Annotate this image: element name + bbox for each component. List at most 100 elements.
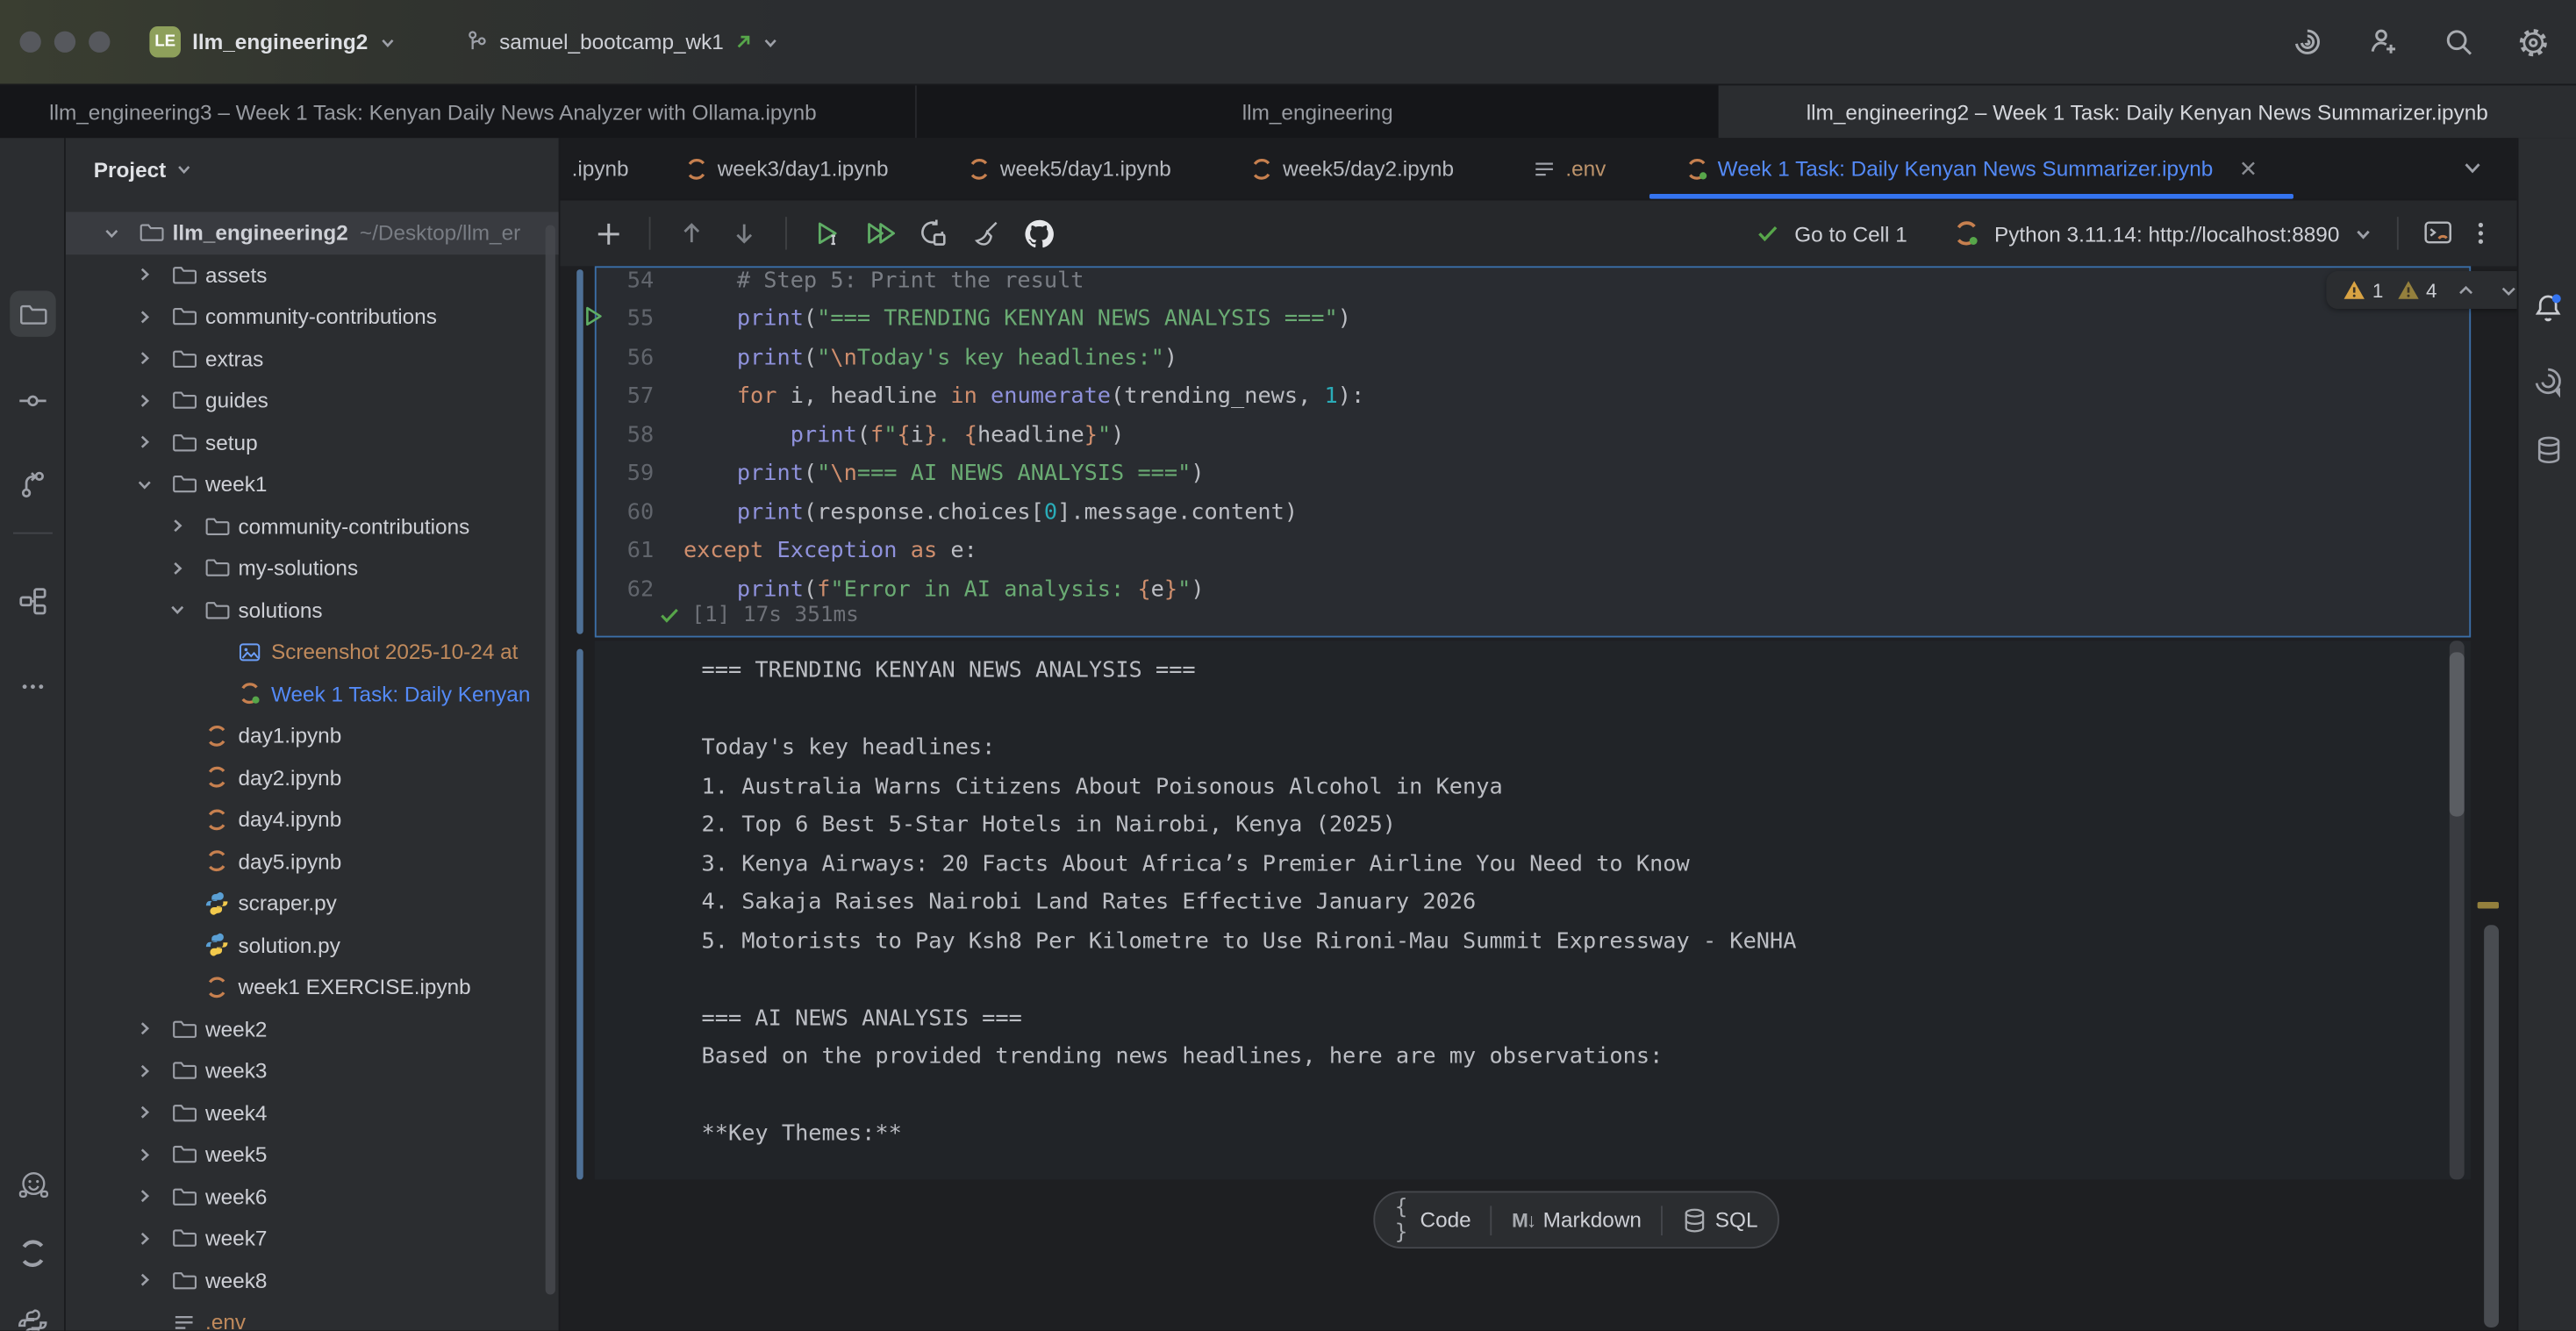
tree-row-week2[interactable]: week2 bbox=[66, 1008, 561, 1050]
tree-row-solution-py[interactable]: solution.py bbox=[66, 924, 561, 966]
chevron-right-icon[interactable] bbox=[169, 518, 186, 534]
tree-row-week7[interactable]: week7 bbox=[66, 1217, 561, 1259]
close-window-icon[interactable] bbox=[19, 32, 40, 53]
warning-stripe-marker[interactable] bbox=[2478, 902, 2499, 908]
go-to-cell-label[interactable]: Go to Cell 1 bbox=[1794, 221, 1907, 246]
tree-row-week1[interactable]: week1 bbox=[66, 463, 561, 505]
chevron-right-icon[interactable] bbox=[136, 1105, 153, 1121]
run-cell-icon[interactable] bbox=[808, 213, 848, 253]
warning-badge[interactable]: 1 bbox=[2343, 278, 2383, 301]
tree-row-week8[interactable]: week8 bbox=[66, 1259, 561, 1301]
chevron-down-icon[interactable] bbox=[136, 476, 153, 493]
chevron-down-icon[interactable] bbox=[169, 602, 186, 619]
chevron-down-icon[interactable] bbox=[2354, 225, 2372, 243]
chevron-right-icon[interactable] bbox=[136, 350, 153, 367]
python-console-tool-icon[interactable] bbox=[10, 1301, 55, 1331]
github-icon[interactable] bbox=[1019, 213, 1058, 253]
editor-tab[interactable]: .ipynb bbox=[561, 138, 646, 198]
window-tab[interactable]: llm_engineering2 – Week 1 Task: Daily Ke… bbox=[1719, 85, 2576, 138]
database-tool-icon[interactable] bbox=[2529, 431, 2568, 470]
run-line-marker-icon[interactable] bbox=[585, 305, 604, 326]
add-cell-icon[interactable] bbox=[588, 213, 627, 253]
code-cell[interactable]: 54 # Step 5: Print the result55 print("=… bbox=[595, 266, 2471, 637]
project-panel-scrollbar[interactable] bbox=[546, 225, 555, 1295]
tree-row-my-solutions[interactable]: my-solutions bbox=[66, 547, 561, 590]
add-markdown-cell-button[interactable]: M↓Markdown bbox=[1492, 1192, 1662, 1247]
add-code-cell-button[interactable]: { }Code bbox=[1375, 1192, 1491, 1247]
tree-row-extras[interactable]: extras bbox=[66, 338, 561, 380]
tree-row-week5[interactable]: week5 bbox=[66, 1134, 561, 1176]
editor-tab[interactable]: .env bbox=[1493, 138, 1645, 198]
editor-tab[interactable]: Week 1 Task: Daily Kenyan News Summarize… bbox=[1645, 138, 2297, 198]
editor-tab[interactable]: week5/day2.ipynb bbox=[1211, 138, 1493, 198]
tree-row-community-contributions[interactable]: community-contributions bbox=[66, 296, 561, 338]
tree-row-assets[interactable]: assets bbox=[66, 254, 561, 296]
code-with-me-icon[interactable] bbox=[2363, 22, 2402, 61]
tree-row-community-contributions[interactable]: community-contributions bbox=[66, 505, 561, 547]
jupyter-console-icon[interactable] bbox=[2423, 218, 2453, 248]
chevron-right-icon[interactable] bbox=[136, 1272, 153, 1289]
minimize-window-icon[interactable] bbox=[54, 32, 75, 53]
chevron-right-icon[interactable] bbox=[136, 434, 153, 451]
project-widget[interactable]: LE llm_engineering2 bbox=[149, 26, 396, 58]
commit-tool-icon[interactable] bbox=[10, 378, 55, 424]
chevron-right-icon[interactable] bbox=[136, 1230, 153, 1247]
add-sql-cell-button[interactable]: SQL bbox=[1663, 1192, 1778, 1247]
window-controls[interactable] bbox=[19, 32, 110, 53]
tree-row-week-1-task-daily-kenyan[interactable]: Week 1 Task: Daily Kenyan bbox=[66, 673, 561, 715]
close-tab-icon[interactable] bbox=[2239, 160, 2258, 178]
tree-row-week4[interactable]: week4 bbox=[66, 1091, 561, 1134]
chevron-right-icon[interactable] bbox=[136, 392, 153, 409]
tree-row-scraper-py[interactable]: scraper.py bbox=[66, 883, 561, 925]
chevron-right-icon[interactable] bbox=[136, 1147, 153, 1163]
chevron-right-icon[interactable] bbox=[136, 1020, 153, 1037]
more-options-icon[interactable] bbox=[2467, 220, 2494, 247]
move-cell-up-icon[interactable] bbox=[672, 213, 712, 253]
inspections-widget[interactable]: 14 bbox=[2326, 271, 2536, 309]
tree-row-setup[interactable]: setup bbox=[66, 421, 561, 463]
structure-tool-icon[interactable] bbox=[10, 578, 55, 624]
restart-kernel-icon[interactable] bbox=[913, 213, 953, 253]
branch-widget[interactable]: samuel_bootcamp_wk1 bbox=[465, 30, 778, 54]
tree-row-week3[interactable]: week3 bbox=[66, 1049, 561, 1091]
editor-tab[interactable]: week3/day1.ipynb bbox=[645, 138, 927, 198]
chevron-right-icon[interactable] bbox=[136, 1063, 153, 1079]
tree-row-week1-exercise-ipynb[interactable]: week1 EXERCISE.ipynb bbox=[66, 966, 561, 1008]
editor-tab[interactable]: week5/day1.ipynb bbox=[928, 138, 1211, 198]
move-cell-down-icon[interactable] bbox=[725, 213, 764, 253]
tree-row-guides[interactable]: guides bbox=[66, 380, 561, 422]
tree-row-day4-ipynb[interactable]: day4.ipynb bbox=[66, 798, 561, 841]
warning-badge[interactable]: 4 bbox=[2396, 278, 2436, 301]
zoom-window-icon[interactable] bbox=[89, 32, 110, 53]
editor-scrollbar-thumb[interactable] bbox=[2484, 925, 2499, 1327]
jupyter-tool-icon[interactable] bbox=[10, 1230, 55, 1276]
tree-row-day5-ipynb[interactable]: day5.ipynb bbox=[66, 841, 561, 883]
tree-row-llm-engineering2[interactable]: llm_engineering2~/Desktop/llm_er bbox=[66, 212, 561, 254]
project-tool-icon[interactable] bbox=[10, 290, 55, 336]
output-scrollbar-thumb[interactable] bbox=[2450, 652, 2465, 816]
notifications-bell-icon[interactable] bbox=[2529, 290, 2568, 329]
window-tab[interactable]: llm_engineering bbox=[915, 85, 1719, 138]
prev-warning-icon[interactable] bbox=[2457, 280, 2476, 299]
chevron-right-icon[interactable] bbox=[136, 267, 153, 283]
tree-row--env[interactable]: .env bbox=[66, 1301, 561, 1331]
tab-list-chevron-icon[interactable] bbox=[2461, 156, 2484, 179]
tree-row-solutions[interactable]: solutions bbox=[66, 589, 561, 631]
settings-gear-icon[interactable] bbox=[2514, 22, 2553, 61]
hugging-face-tool-icon[interactable] bbox=[10, 1162, 55, 1207]
pull-requests-tool-icon[interactable] bbox=[10, 462, 55, 507]
project-panel-header[interactable]: Project bbox=[66, 138, 559, 200]
interpreter-label[interactable]: Python 3.11.14: http://localhost:8890 bbox=[1994, 221, 2339, 246]
chevron-right-icon[interactable] bbox=[136, 1188, 153, 1205]
tree-row-screenshot-2025-10-24-at[interactable]: Screenshot 2025-10-24 at bbox=[66, 631, 561, 673]
chevron-down-icon[interactable] bbox=[104, 225, 120, 241]
more-tools-icon[interactable] bbox=[10, 663, 55, 709]
ai-assistant-icon[interactable] bbox=[2286, 22, 2326, 61]
tree-row-week6[interactable]: week6 bbox=[66, 1176, 561, 1218]
clear-outputs-icon[interactable] bbox=[966, 213, 1005, 253]
chevron-right-icon[interactable] bbox=[136, 309, 153, 326]
ai-chat-tool-icon[interactable] bbox=[2529, 361, 2568, 401]
run-all-cells-icon[interactable] bbox=[861, 213, 900, 253]
chevron-right-icon[interactable] bbox=[169, 560, 186, 576]
window-tab[interactable]: llm_engineering3 – Week 1 Task: Kenyan D… bbox=[0, 85, 915, 138]
